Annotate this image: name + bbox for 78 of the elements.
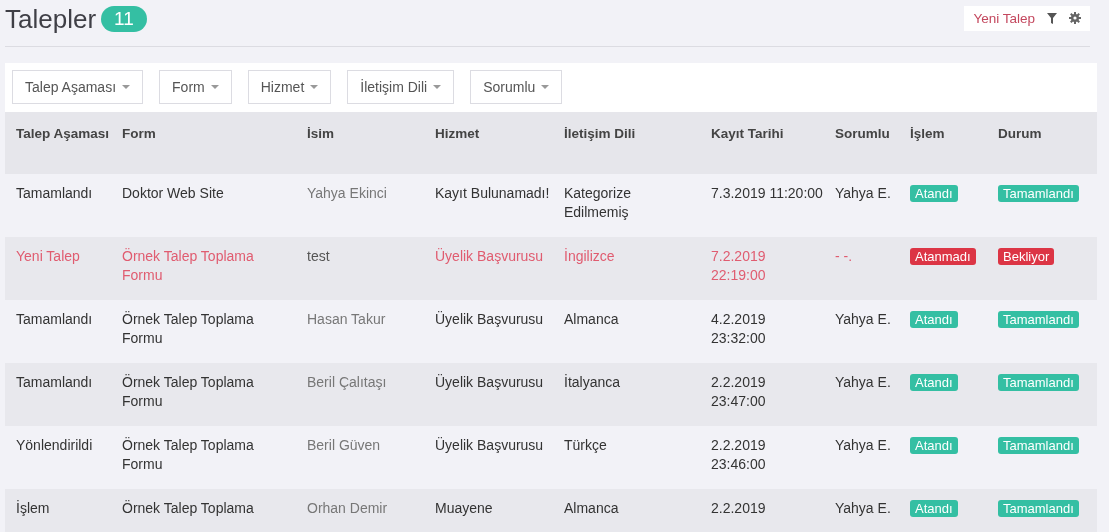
- stage-cell-text: Tamamlandı: [16, 373, 94, 392]
- column-header: İsim: [307, 125, 335, 143]
- name-cell-text: Orhan Demir: [307, 499, 389, 518]
- filter-dropdown[interactable]: Sorumlu: [470, 70, 563, 104]
- column-header: Talep Aşaması: [16, 125, 111, 143]
- form-cell-text: Örnek Talep Toplama Formu: [122, 436, 255, 474]
- column-header: Form: [122, 125, 157, 143]
- action-badge: Atandı: [910, 374, 958, 391]
- name-cell-text: Yahya Ekinci: [307, 184, 388, 203]
- column-header: Durum: [998, 125, 1043, 143]
- language-cell-text: Almanca: [564, 310, 620, 329]
- page-title: Talepler: [5, 3, 97, 35]
- status-badge: Tamamlandı: [998, 500, 1079, 517]
- form-cell-text: Örnek Talep Toplama Formu: [122, 310, 255, 348]
- action-badge: Atandı: [910, 500, 958, 517]
- date-cell-text: 2.2.2019 23:47:00: [711, 373, 767, 411]
- filter-icon[interactable]: [1047, 12, 1057, 24]
- table-row[interactable]: Tamamlandı Örnek Talep Toplama Formu Hasan Takur Üyelik Başvurusu Almanca 4.2.2019 23:32:00 Yahya E. Atandı Tamamlandı: [5, 300, 1097, 363]
- date-cell-text: 7.2.2019 22:19:00: [711, 247, 767, 285]
- column-header: İşlem: [910, 125, 946, 143]
- settings-icon[interactable]: [1069, 12, 1081, 24]
- name-cell-text: test: [307, 247, 331, 266]
- owner-cell-text: Yahya E.: [835, 436, 892, 455]
- status-badge: Tamamlandı: [998, 311, 1079, 328]
- form-cell-text: Doktor Web Site: [122, 184, 225, 203]
- date-cell-text: 2.2.2019: [711, 499, 767, 518]
- status-badge: Tamamlandı: [998, 437, 1079, 454]
- column-header: Hizmet: [435, 125, 481, 143]
- table-row[interactable]: İşlem Örnek Talep Toplama Orhan Demir Muayene Almanca 2.2.2019 Yahya E. Atandı Tamamlandı: [5, 489, 1097, 532]
- stage-cell-text: Tamamlandı: [16, 310, 94, 329]
- owner-cell-text: - -.: [835, 247, 854, 266]
- form-cell-text: Örnek Talep Toplama Formu: [122, 247, 255, 285]
- column-header: Sorumlu: [835, 125, 891, 143]
- action-badge: Atandı: [910, 185, 958, 202]
- table-row[interactable]: Tamamlandı Örnek Talep Toplama Formu Beril Çalıtaşı Üyelik Başvurusu İtalyanca 2.2.2019 23:47:00 Yahya E. Atandı Tamamlandı: [5, 363, 1097, 426]
- service-cell-text: Muayene: [435, 499, 494, 518]
- stage-cell-text: Yeni Talep: [16, 247, 81, 266]
- filter-dropdown[interactable]: Talep Aşaması: [12, 70, 144, 104]
- language-cell-text: İngilizce: [564, 247, 616, 266]
- action-badge: Atandı: [910, 437, 958, 454]
- service-cell-text: Üyelik Başvurusu: [435, 310, 545, 329]
- stage-cell-text: Yönlendirildi: [16, 436, 94, 455]
- filter-dropdown[interactable]: İletişim Dili: [347, 70, 455, 104]
- stage-cell-text: İşlem: [16, 499, 51, 518]
- date-cell-text: 7.3.2019 11:20:00: [711, 184, 824, 203]
- date-cell-text: 4.2.2019 23:32:00: [711, 310, 767, 348]
- stage-cell-text: Tamamlandı: [16, 184, 94, 203]
- service-cell-text: Üyelik Başvurusu: [435, 436, 545, 455]
- form-cell-text: Örnek Talep Toplama: [122, 499, 255, 518]
- language-cell-text: Almanca: [564, 499, 620, 518]
- language-cell-text: Türkçe: [564, 436, 608, 455]
- status-badge: Tamamlandı: [998, 185, 1079, 202]
- service-cell-text: Kayıt Bulunamadı!: [435, 184, 551, 203]
- action-badge: Atanmadı: [910, 248, 976, 265]
- service-cell-text: Üyelik Başvurusu: [435, 247, 545, 266]
- language-cell-text: Kategorize Edilmemiş: [564, 184, 632, 222]
- name-cell-text: Beril Çalıtaşı: [307, 373, 388, 392]
- status-badge: Bekliyor: [998, 248, 1055, 265]
- action-badge: Atandı: [910, 311, 958, 328]
- owner-cell-text: Yahya E.: [835, 184, 892, 203]
- column-header: Kayıt Tarihi: [711, 125, 785, 143]
- name-cell-text: Beril Güven: [307, 436, 382, 455]
- owner-cell-text: Yahya E.: [835, 373, 892, 392]
- owner-cell-text: Yahya E.: [835, 499, 892, 518]
- table-row[interactable]: Tamamlandı Doktor Web Site Yahya Ekinci Kayıt Bulunamadı! Kategorize Edilmemiş 7.3.2019 11:20:00 Yahya E. Atandı Tamamlandı: [5, 174, 1097, 237]
- form-cell-text: Örnek Talep Toplama Formu: [122, 373, 255, 411]
- filter-dropdown[interactable]: Hizmet: [247, 70, 332, 104]
- unread-row[interactable]: Yeni Talep Örnek Talep Toplama Formu test Üyelik Başvurusu İngilizce 7.2.2019 22:19:00 - -. Atanmadı Bekliyor: [5, 237, 1097, 300]
- filter-dropdown[interactable]: Form: [159, 70, 232, 104]
- service-cell-text: Üyelik Başvurusu: [435, 373, 545, 392]
- date-cell-text: 2.2.2019 23:46:00: [711, 436, 767, 474]
- count-badge: 11: [101, 6, 147, 32]
- column-header: İletişim Dili: [564, 125, 637, 143]
- name-cell-text: Hasan Takur: [307, 310, 387, 329]
- status-badge: Tamamlandı: [998, 374, 1079, 391]
- owner-cell-text: Yahya E.: [835, 310, 892, 329]
- language-cell-text: İtalyanca: [564, 373, 622, 392]
- table-row[interactable]: Yönlendirildi Örnek Talep Toplama Formu Beril Güven Üyelik Başvurusu Türkçe 2.2.2019 23:46:00 Yahya E. Atandı Tamamlandı: [5, 426, 1097, 489]
